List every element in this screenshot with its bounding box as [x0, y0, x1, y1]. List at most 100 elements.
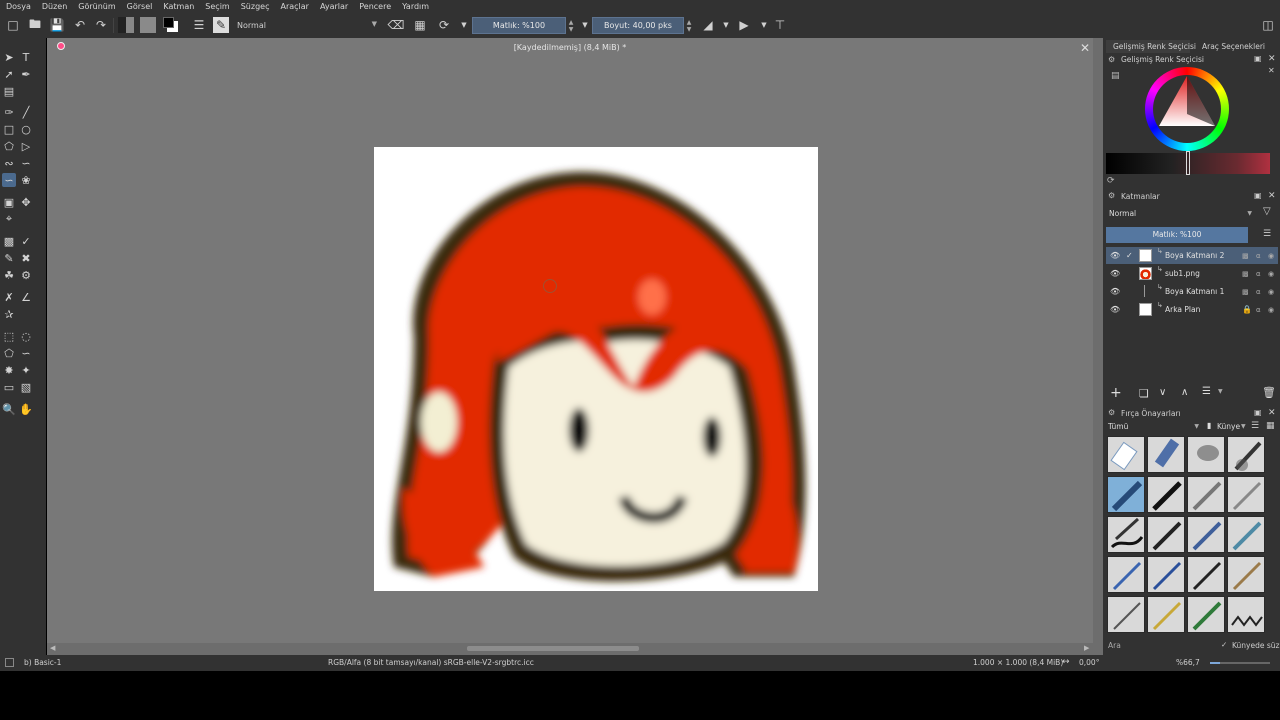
eraser-icon[interactable]: ⌫: [388, 17, 405, 33]
polyline-tool-icon[interactable]: ▷: [19, 139, 33, 153]
brush-preset-blue-eraser[interactable]: [1147, 436, 1185, 473]
float-panel-icon[interactable]: ▣: [1254, 54, 1262, 63]
line-tool-icon[interactable]: ╱: [19, 105, 33, 119]
brush-preset-brush-teal[interactable]: [1227, 516, 1265, 553]
move-layer-down-icon[interactable]: ∨: [1159, 387, 1166, 398]
close-panel-icon[interactable]: ✕: [1268, 191, 1276, 201]
gradient-swatch-icon[interactable]: [118, 17, 134, 33]
brush-preset-icon[interactable]: ✎: [213, 17, 229, 33]
transform-tool-icon[interactable]: ▣: [2, 195, 16, 209]
fg-bg-color-icon[interactable]: [163, 17, 179, 33]
panel-gear-icon[interactable]: ⚙: [1108, 191, 1115, 200]
menu-edit[interactable]: Düzen: [42, 2, 67, 11]
inherit-alpha-icon[interactable]: ◉: [1268, 288, 1274, 296]
brush-preset-yellow[interactable]: [1147, 596, 1185, 633]
tag-filter-label[interactable]: Künyede süz: [1232, 641, 1279, 650]
layer-opacity-slider[interactable]: Matlık: %100: [1106, 227, 1248, 243]
brush-preset-pencil[interactable]: [1187, 476, 1225, 513]
menu-tools[interactable]: Araçlar: [280, 2, 308, 11]
brush-preset-pen-wood[interactable]: [1227, 556, 1265, 593]
chevron-down-icon[interactable]: ▼: [1241, 423, 1246, 430]
reference-pin-icon[interactable]: ✰: [2, 307, 16, 321]
alpha-lock-icon[interactable]: α: [1256, 270, 1261, 278]
measure-tool-icon[interactable]: ∠: [19, 290, 33, 304]
freehand-brush-icon[interactable]: ✑: [2, 105, 16, 119]
add-layer-icon[interactable]: +: [1110, 385, 1122, 401]
close-panel-icon[interactable]: ✕: [1268, 408, 1276, 418]
filter-icon[interactable]: ▽: [1263, 206, 1271, 217]
alpha-lock-icon[interactable]: α: [1256, 288, 1261, 296]
layer-menu-icon[interactable]: ☰: [1263, 229, 1271, 239]
menu-file[interactable]: Dosya: [6, 2, 31, 11]
menu-help[interactable]: Yardım: [402, 2, 429, 11]
tag-icon[interactable]: ▮: [1207, 421, 1211, 430]
chevron-down-icon[interactable]: ▼: [1218, 388, 1223, 395]
size-spinner[interactable]: ▲ ▼: [684, 17, 694, 34]
move-tool-icon[interactable]: ✥: [19, 195, 33, 209]
rectangle-tool-icon[interactable]: □: [2, 122, 16, 136]
blend-mode-select[interactable]: Normal ▼: [234, 17, 380, 33]
brush-preset-brush-blue[interactable]: [1187, 516, 1225, 553]
menu-image[interactable]: Görsel: [127, 2, 153, 11]
visibility-eye-icon[interactable]: 👁: [1110, 251, 1120, 260]
freehand-path-icon[interactable]: ∽: [19, 156, 33, 170]
polygon-select-icon[interactable]: ⬠: [2, 346, 16, 360]
brush-preset-ink-pen[interactable]: [1147, 476, 1185, 513]
ellipse-tool-icon[interactable]: ○: [19, 122, 33, 136]
mirror-horizontal-icon[interactable]: ◢: [700, 17, 716, 33]
brush-preset-texture[interactable]: [1227, 596, 1265, 633]
close-icon[interactable]: ✕: [1268, 66, 1275, 75]
reload-preset-icon[interactable]: ⟳: [436, 17, 452, 33]
bezier-select-icon[interactable]: ▭: [2, 380, 16, 394]
color-picker-icon[interactable]: ✓: [19, 234, 33, 248]
zoom-slider[interactable]: [1210, 662, 1270, 664]
edit-shapes-icon[interactable]: ➚: [2, 67, 16, 81]
brush-preset-gray-pencil[interactable]: [1227, 476, 1265, 513]
color-settings-icon[interactable]: ▤: [1111, 71, 1120, 81]
chevron-down-icon[interactable]: ▼: [718, 17, 734, 33]
brush-preset-marker[interactable]: [1107, 516, 1145, 553]
saturation-triangle[interactable]: [1155, 74, 1219, 132]
size-slider[interactable]: Boyut: 40,00 pks: [592, 17, 684, 34]
menu-select[interactable]: Seçim: [205, 2, 229, 11]
brush-preset-airbrush[interactable]: [1227, 436, 1265, 473]
brush-preset-pen-navy[interactable]: [1147, 556, 1185, 593]
wrap-around-icon[interactable]: ⊤: [772, 17, 788, 33]
visibility-eye-icon[interactable]: 👁: [1110, 305, 1120, 314]
redo-icon[interactable]: ↷: [93, 17, 109, 33]
zoom-tool-icon[interactable]: 🔍: [2, 402, 16, 416]
brush-preset-basic-1[interactable]: [1107, 476, 1145, 513]
magnetic-select-icon[interactable]: ▧: [19, 380, 33, 394]
brush-preset-brush-black[interactable]: [1147, 516, 1185, 553]
inherit-alpha-icon[interactable]: ◉: [1268, 270, 1274, 278]
reference-images-icon[interactable]: ▤: [2, 84, 16, 98]
brush-preset-pen-blue[interactable]: [1107, 556, 1145, 593]
polygon-tool-icon[interactable]: ⬠: [2, 139, 16, 153]
multibrush-icon[interactable]: ❀: [19, 173, 33, 187]
layer-lock-icon[interactable]: ▩: [1242, 288, 1249, 296]
alpha-lock-icon[interactable]: α: [1256, 306, 1261, 314]
refresh-icon[interactable]: ⟳: [1107, 176, 1115, 186]
checkmark-icon[interactable]: ✓: [1126, 251, 1133, 260]
smart-patch-icon[interactable]: ✖: [19, 251, 33, 265]
move-layer-up-icon[interactable]: ∧: [1181, 387, 1188, 398]
pan-tool-icon[interactable]: ✋: [19, 402, 33, 416]
mirror-vertical-icon[interactable]: ▶: [736, 17, 752, 33]
assistant-tool-icon[interactable]: ✗: [2, 290, 16, 304]
checkmark-icon[interactable]: ✓: [1221, 640, 1227, 649]
menu-window[interactable]: Pencere: [359, 2, 391, 11]
opacity-spinner[interactable]: ▲ ▼: [566, 17, 576, 34]
vertical-scrollbar[interactable]: [1093, 38, 1103, 655]
delete-layer-icon[interactable]: 🗑: [1262, 386, 1276, 399]
freehand-select-icon[interactable]: ∽: [19, 346, 33, 360]
brush-preset-gray-eraser[interactable]: [1187, 436, 1225, 473]
layer-row[interactable]: 👁 ↳ Boya Katmanı 1 ▩ α ◉: [1106, 283, 1278, 300]
layer-properties-icon[interactable]: ☰: [1202, 386, 1211, 397]
chevron-down-icon[interactable]: ▼: [756, 17, 772, 33]
dynamic-brush-icon[interactable]: ∽: [2, 173, 16, 187]
brush-preset-green[interactable]: [1187, 596, 1225, 633]
opacity-slider[interactable]: Matlık: %100: [472, 17, 566, 34]
menu-filter[interactable]: Süzgeç: [241, 2, 270, 11]
layer-blend-select[interactable]: Normal ▼: [1106, 207, 1254, 220]
brush-search-input[interactable]: Ara: [1108, 641, 1121, 650]
